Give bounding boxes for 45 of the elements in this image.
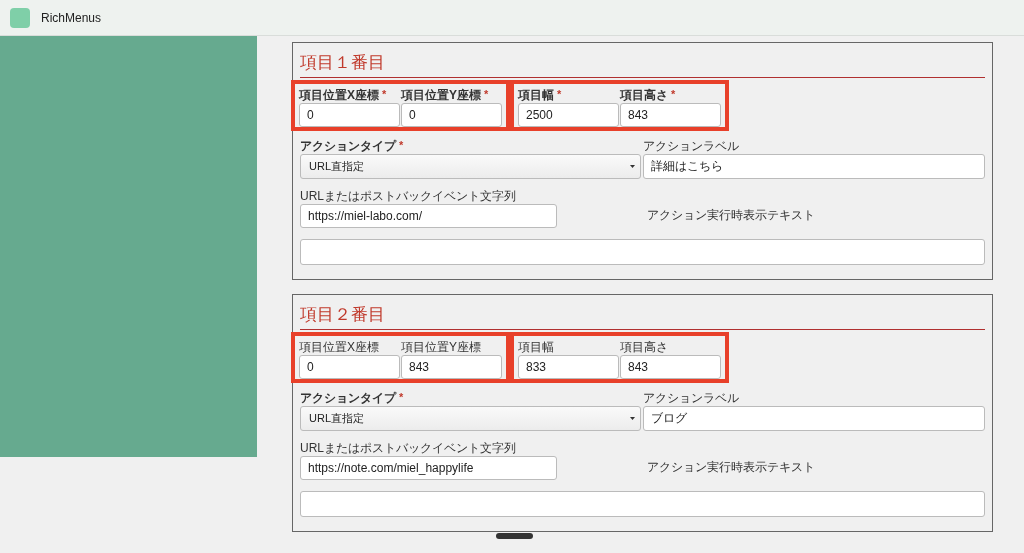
required-mark: * xyxy=(557,88,562,101)
app-title: RichMenus xyxy=(41,10,102,25)
number-field[interactable]: 843 xyxy=(620,103,721,127)
field-label: URLまたはポストバックイベント文字列 xyxy=(300,441,516,455)
number-field[interactable]: 0 xyxy=(401,103,502,127)
number-field[interactable]: 843 xyxy=(620,355,721,379)
number-field[interactable]: 2500 xyxy=(518,103,619,127)
field-label: 項目位置X座標 xyxy=(299,88,379,102)
required-mark: * xyxy=(671,88,676,101)
scroll-handle[interactable] xyxy=(496,533,533,539)
number-field[interactable]: 833 xyxy=(518,355,619,379)
field-label: 項目高さ xyxy=(620,88,668,102)
field-label: アクションタイプ xyxy=(300,391,396,405)
action-type-select[interactable]: URL直指定 xyxy=(300,406,641,431)
number-field[interactable]: 0 xyxy=(299,103,400,127)
field-label: 項目位置Y座標 xyxy=(401,340,481,354)
field-label: URLまたはポストバックイベント文字列 xyxy=(300,189,516,203)
display-text-field[interactable] xyxy=(300,491,985,517)
required-mark: * xyxy=(382,88,387,101)
action-label-field[interactable]: 詳細はこちら xyxy=(643,154,985,179)
action-label-field[interactable]: ブログ xyxy=(643,406,985,431)
action-type-select[interactable]: URL直指定 xyxy=(300,154,641,179)
item-title: 項目１番目 xyxy=(300,53,386,74)
field-label: アクションラベル xyxy=(643,391,739,405)
url-field[interactable]: https://miel-labo.com/ xyxy=(300,204,557,228)
field-label: アクション実行時表示テキスト xyxy=(647,208,815,222)
caret-icon xyxy=(630,417,635,420)
field-label: 項目幅 xyxy=(518,88,554,102)
required-mark: * xyxy=(399,391,404,404)
required-mark: * xyxy=(484,88,489,101)
field-label: アクションタイプ xyxy=(300,139,396,153)
required-mark: * xyxy=(399,139,404,152)
field-label: 項目位置Y座標 xyxy=(401,88,481,102)
item-title: 項目２番目 xyxy=(300,305,386,326)
field-label: 項目幅 xyxy=(518,340,554,354)
number-field[interactable]: 843 xyxy=(401,355,502,379)
url-field[interactable]: https://note.com/miel_happylife xyxy=(300,456,557,480)
field-label: アクション実行時表示テキスト xyxy=(647,460,815,474)
field-label: アクションラベル xyxy=(643,139,739,153)
logo-icon xyxy=(10,7,30,28)
field-label: 項目位置X座標 xyxy=(299,340,379,354)
display-text-field[interactable] xyxy=(300,239,985,265)
caret-icon xyxy=(630,165,635,168)
field-label: 項目高さ xyxy=(620,340,668,354)
number-field[interactable]: 0 xyxy=(299,355,400,379)
